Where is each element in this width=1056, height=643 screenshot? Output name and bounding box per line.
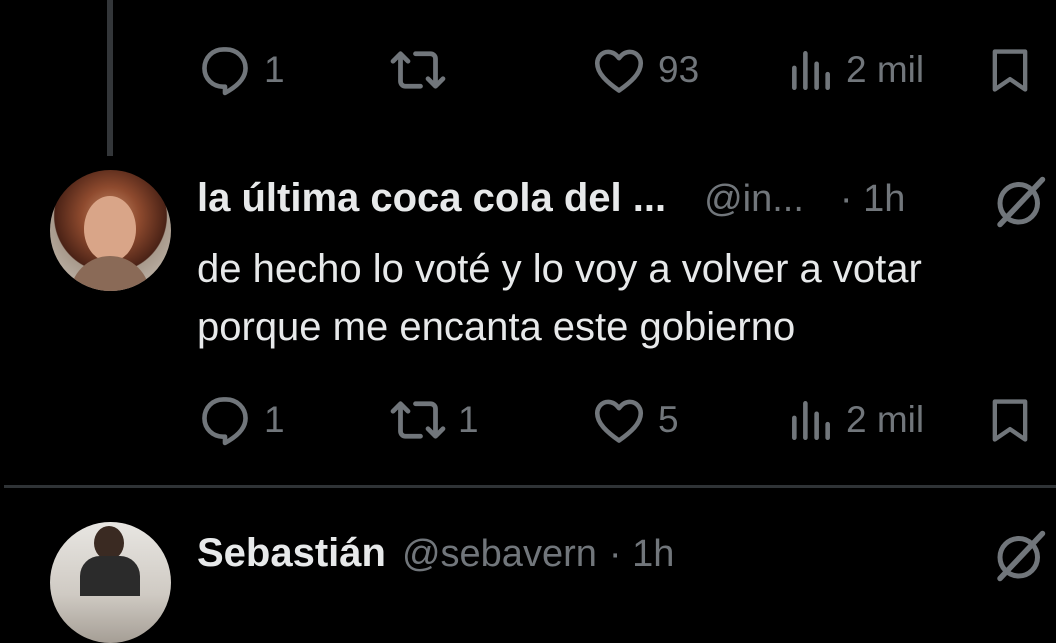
like-button[interactable]: 93 — [590, 40, 699, 100]
views-icon — [786, 45, 836, 95]
views-count: 2 mil — [846, 49, 925, 90]
user-handle[interactable]: @in... — [704, 178, 804, 221]
views-button[interactable]: 2 mil — [786, 390, 924, 450]
display-name[interactable]: Sebastián — [197, 531, 386, 576]
avatar-face — [94, 526, 124, 560]
user-handle[interactable]: @sebavern — [402, 533, 597, 576]
like-count: 5 — [658, 399, 679, 440]
repost-icon — [388, 390, 448, 450]
display-name[interactable]: la última coca cola del ... — [197, 176, 666, 221]
avatar-shoulders — [80, 556, 140, 596]
avatar[interactable] — [50, 522, 171, 643]
bookmark-button[interactable] — [984, 390, 1036, 450]
avatar-shoulders — [70, 256, 150, 291]
views-icon — [786, 395, 836, 445]
reply-button[interactable]: 1 — [196, 40, 285, 100]
timestamp[interactable]: · 1h — [609, 533, 674, 576]
grok-icon — [990, 172, 1050, 232]
like-count: 93 — [658, 49, 700, 90]
reply-count: 1 — [264, 49, 285, 90]
grok-icon — [990, 526, 1050, 586]
tweet-action-bar: 1 1 5 2 mil — [196, 390, 1036, 450]
tweet-header: Sebastián @sebavern · 1h — [197, 531, 674, 576]
timestamp[interactable]: · 1h — [840, 178, 905, 221]
thread-line — [107, 0, 113, 156]
like-icon — [590, 391, 648, 449]
tweet-header: la última coca cola del ... @in... · 1h — [197, 176, 905, 221]
bookmark-icon — [984, 392, 1036, 448]
avatar-face — [84, 196, 136, 262]
repost-button[interactable]: 1 — [388, 390, 479, 450]
views-button[interactable]: 2 mil — [786, 40, 924, 100]
grok-button[interactable] — [990, 172, 1050, 232]
repost-icon — [388, 40, 448, 100]
reply-button[interactable]: 1 — [196, 390, 285, 450]
reply-icon — [196, 41, 254, 99]
reply-count: 1 — [264, 399, 285, 440]
tweet-text-line: porque me encanta este gobierno — [197, 305, 796, 349]
views-count: 2 mil — [846, 399, 925, 440]
like-button[interactable]: 5 — [590, 390, 679, 450]
top-tweet-action-bar: 1 93 2 mil — [196, 40, 1036, 100]
tweet-text: de hecho lo voté y lo voy a volver a vot… — [197, 240, 1037, 356]
reply-icon — [196, 391, 254, 449]
repost-count: 1 — [458, 399, 479, 440]
tweet-divider — [4, 485, 1056, 488]
grok-button[interactable] — [990, 526, 1050, 586]
like-icon — [590, 41, 648, 99]
avatar[interactable] — [50, 170, 171, 291]
bookmark-icon — [984, 42, 1036, 98]
tweet-text-line: de hecho lo voté y lo voy a volver a vot… — [197, 247, 922, 291]
bookmark-button[interactable] — [984, 40, 1036, 100]
repost-button[interactable] — [388, 40, 458, 100]
